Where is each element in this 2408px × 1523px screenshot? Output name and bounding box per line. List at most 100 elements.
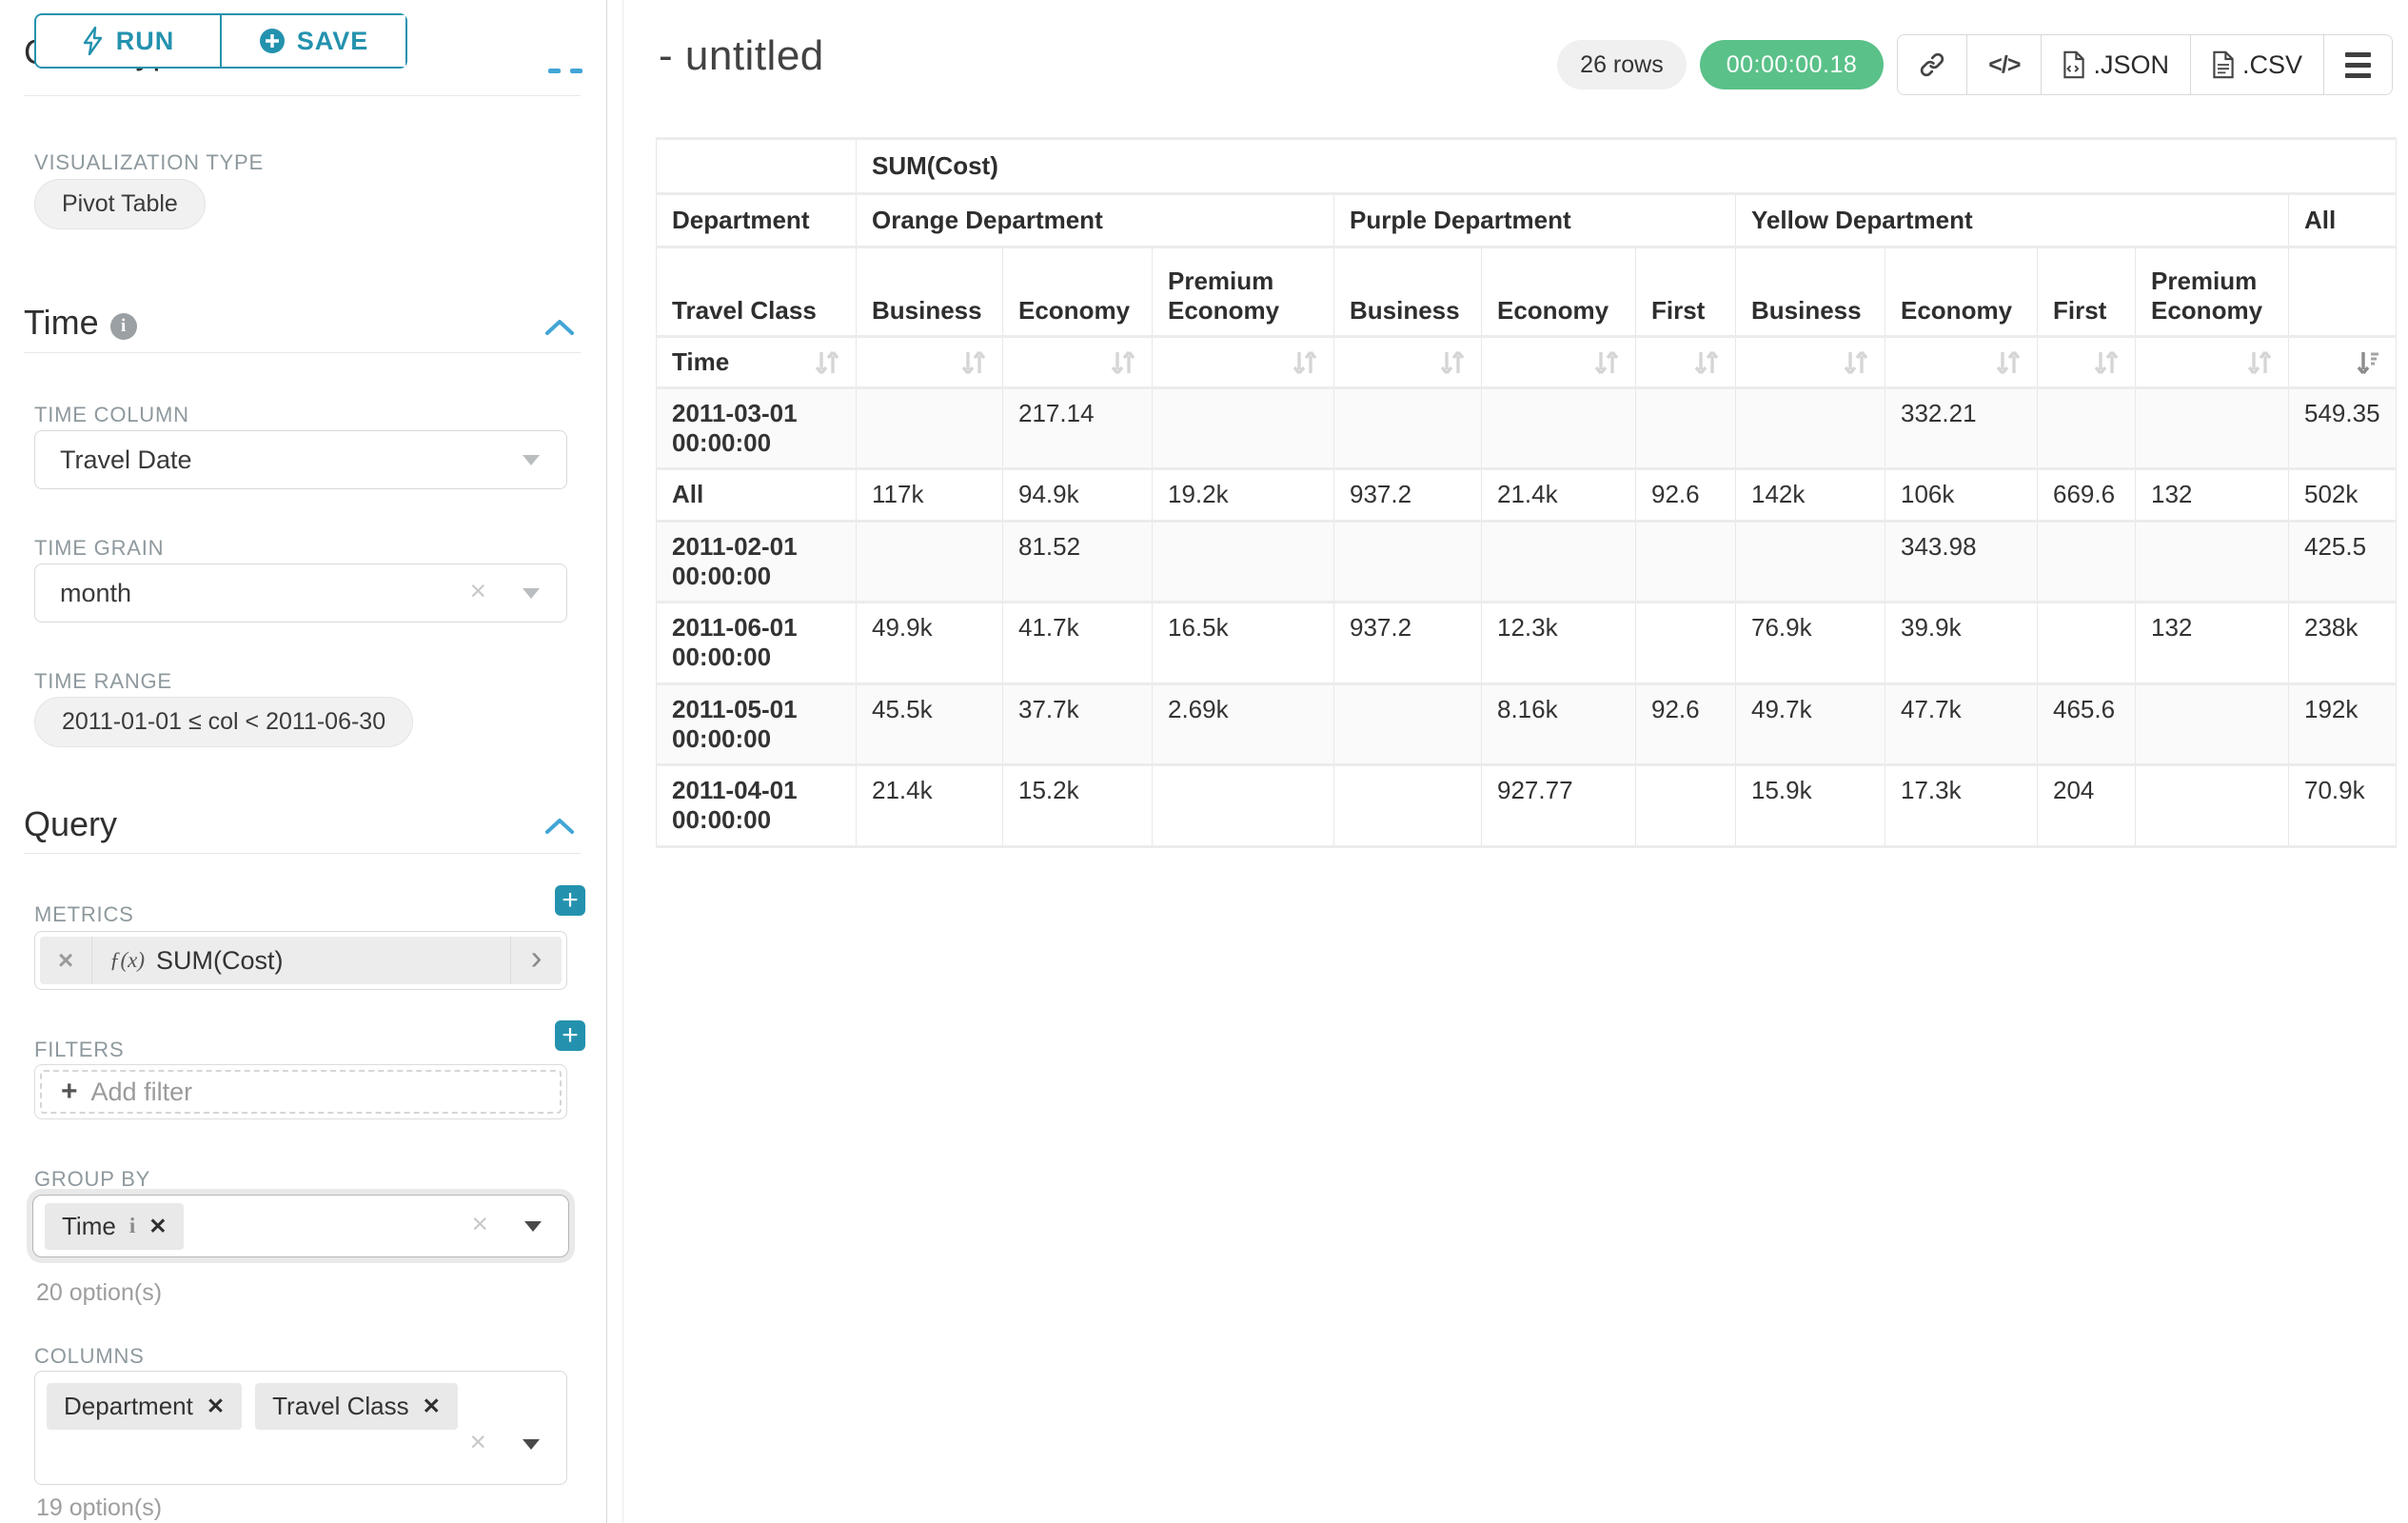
value-cell [1482, 522, 1636, 603]
travel-class-header: Business [857, 247, 1003, 337]
value-cell: 49.7k [1736, 684, 1885, 765]
department-group-header: All [2289, 194, 2397, 247]
value-cell: 217.14 [1003, 388, 1153, 469]
sort-desc-active-icon [2356, 348, 2380, 377]
time-section-collapse-chevron[interactable] [544, 318, 575, 337]
columns-select[interactable]: Department ✕ Travel Class ✕ × [34, 1371, 567, 1485]
add-filter-plus-button[interactable]: + [555, 1020, 585, 1051]
value-cell [1334, 388, 1482, 469]
chip-label: Travel Class [272, 1392, 409, 1421]
info-icon[interactable]: i [110, 313, 137, 340]
value-cell: 132 [2136, 469, 2289, 522]
header-controls: 26 rows 00:00:00.18 </> .JSON [1557, 34, 2393, 95]
add-filter-dropzone[interactable]: + Add filter [34, 1064, 567, 1119]
value-cell: 669.6 [2038, 469, 2136, 522]
add-metric-button[interactable]: + [555, 885, 585, 916]
time-grain-select[interactable]: month × [34, 564, 567, 623]
clear-icon[interactable]: × [469, 576, 486, 608]
sort-icon [2093, 348, 2120, 377]
columns-chip-department[interactable]: Department ✕ [47, 1383, 242, 1430]
chevron-down-icon [523, 588, 540, 599]
value-cell [1636, 522, 1736, 603]
time-column-select[interactable]: Travel Date [34, 430, 567, 489]
row-count-badge: 26 rows [1557, 40, 1687, 89]
info-icon[interactable]: i [129, 1214, 135, 1238]
column-sort-header[interactable] [857, 337, 1003, 388]
group-by-select[interactable]: Time i ✕ × [32, 1195, 569, 1257]
time-range-label: TIME RANGE [34, 669, 172, 694]
value-cell: 343.98 [1885, 522, 2038, 603]
group-by-label: GROUP BY [34, 1167, 150, 1192]
clear-icon[interactable]: × [469, 1426, 486, 1458]
value-cell: 142k [1736, 469, 1885, 522]
group-by-chip-time[interactable]: Time i ✕ [45, 1203, 184, 1250]
value-cell: 92.6 [1636, 684, 1736, 765]
value-cell: 37.7k [1003, 684, 1153, 765]
column-sort-header[interactable] [1736, 337, 1885, 388]
column-sort-header[interactable] [2038, 337, 2136, 388]
time-row-axis-sort-header[interactable]: Time [657, 337, 857, 388]
metric-pill[interactable]: ƒ(x) SUM(Cost) [92, 937, 510, 984]
sort-icon [1439, 348, 1466, 377]
hamburger-icon [2345, 52, 2371, 78]
chevron-down-icon [523, 455, 540, 465]
export-csv-label: .CSV [2242, 50, 2302, 80]
row-header-cell: All [657, 469, 857, 522]
value-cell [1636, 388, 1736, 469]
time-axis-label: Time [672, 347, 729, 377]
metric-value: SUM(Cost) [156, 946, 284, 976]
group-by-options-hint: 20 option(s) [36, 1279, 162, 1307]
more-options-button[interactable] [2324, 35, 2392, 94]
value-cell: 21.4k [1482, 469, 1636, 522]
chart-type-collapse-chevron[interactable] [548, 69, 582, 73]
columns-chip-travel-class[interactable]: Travel Class ✕ [255, 1383, 458, 1430]
remove-chip-icon[interactable]: ✕ [207, 1394, 225, 1419]
json-file-icon [2063, 50, 2085, 79]
row-header-cell: 2011-03-01 00:00:00 [657, 388, 857, 469]
time-section-header: Timei [24, 303, 137, 343]
view-query-button[interactable]: </> [1967, 35, 2042, 94]
sort-icon [1995, 348, 2022, 377]
value-cell [1153, 522, 1334, 603]
travel-class-header: Business [1334, 247, 1482, 337]
department-group-header: Orange Department [857, 194, 1334, 247]
column-sort-header[interactable] [1636, 337, 1736, 388]
chart-title[interactable]: - untitled [659, 32, 824, 80]
share-link-button[interactable] [1898, 35, 1967, 94]
query-section-collapse-chevron[interactable] [544, 817, 575, 836]
export-json-button[interactable]: .JSON [2042, 35, 2191, 94]
columns-options-hint: 19 option(s) [36, 1494, 162, 1522]
column-sort-header[interactable] [1482, 337, 1636, 388]
time-range-value[interactable]: 2011-01-01 ≤ col < 2011-06-30 [34, 697, 413, 747]
metrics-label: METRICS [34, 902, 134, 927]
save-button[interactable]: SAVE [222, 15, 405, 67]
lightning-icon [82, 27, 105, 55]
remove-chip-icon[interactable]: ✕ [148, 1214, 167, 1239]
value-cell: 94.9k [1003, 469, 1153, 522]
value-cell: 45.5k [857, 684, 1003, 765]
divider [24, 853, 581, 854]
column-sort-header[interactable] [2136, 337, 2289, 388]
pivot-data-row: All117k94.9k19.2k937.221.4k92.6142k106k6… [657, 469, 2397, 522]
run-button[interactable]: RUN [36, 15, 222, 67]
clear-icon[interactable]: × [471, 1209, 488, 1241]
remove-metric-button[interactable]: × [40, 937, 92, 984]
travel-class-header: Business [1736, 247, 1885, 337]
row-header-cell: 2011-06-01 00:00:00 [657, 603, 857, 684]
remove-chip-icon[interactable]: ✕ [423, 1394, 441, 1419]
column-sort-header[interactable] [1334, 337, 1482, 388]
visualization-type-value[interactable]: Pivot Table [34, 179, 206, 229]
value-cell: 204 [2038, 765, 2136, 847]
pivot-corner-cell [657, 139, 857, 194]
expand-metric-button[interactable]: › [510, 937, 562, 984]
column-sort-header[interactable] [1885, 337, 2038, 388]
column-sort-header[interactable] [1153, 337, 1334, 388]
value-cell: 425.5 [2289, 522, 2397, 603]
column-sort-header[interactable] [1003, 337, 1153, 388]
travel-class-header: Economy [1482, 247, 1636, 337]
value-cell: 41.7k [1003, 603, 1153, 684]
travel-class-header: Premium Economy [1153, 247, 1334, 337]
value-cell: 70.9k [2289, 765, 2397, 847]
export-csv-button[interactable]: .CSV [2191, 35, 2324, 94]
column-sort-header[interactable] [2289, 337, 2397, 388]
